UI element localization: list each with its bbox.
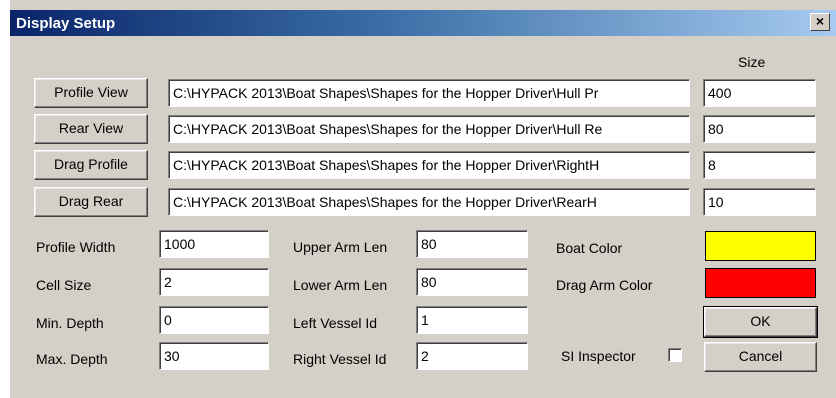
- left-vessel-id-label: Left Vessel Id: [293, 315, 378, 331]
- cancel-button[interactable]: Cancel: [704, 342, 817, 372]
- max-depth-field[interactable]: 30: [159, 342, 269, 370]
- rear-view-path-field[interactable]: C:\HYPACK 2013\Boat Shapes\Shapes for th…: [168, 115, 690, 143]
- display-setup-dialog: Display Setup × Size Profile View C:\HYP…: [0, 0, 836, 398]
- drag-rear-button[interactable]: Drag Rear: [34, 187, 148, 217]
- boat-color-swatch[interactable]: [705, 231, 816, 261]
- profile-view-button[interactable]: Profile View: [34, 78, 148, 108]
- rear-view-button[interactable]: Rear View: [34, 114, 148, 144]
- left-vessel-id-field[interactable]: 1: [416, 306, 528, 334]
- close-icon: ×: [815, 13, 825, 29]
- profile-width-field[interactable]: 1000: [159, 230, 269, 258]
- drag-rear-size-field[interactable]: 10: [703, 188, 816, 216]
- right-vessel-id-label: Right Vessel Id: [293, 351, 387, 367]
- drag-rear-path-field[interactable]: C:\HYPACK 2013\Boat Shapes\Shapes for th…: [168, 188, 690, 216]
- drag-arm-color-swatch[interactable]: [705, 268, 816, 298]
- min-depth-field[interactable]: 0: [159, 306, 269, 334]
- drag-profile-button[interactable]: Drag Profile: [34, 150, 148, 180]
- lower-arm-len-label: Lower Arm Len: [293, 277, 388, 293]
- max-depth-label: Max. Depth: [36, 351, 108, 367]
- cell-size-field[interactable]: 2: [159, 268, 269, 296]
- title-bar[interactable]: Display Setup ×: [10, 10, 836, 36]
- profile-width-label: Profile Width: [36, 239, 116, 255]
- size-header: Size: [738, 54, 766, 70]
- drag-profile-path-field[interactable]: C:\HYPACK 2013\Boat Shapes\Shapes for th…: [168, 151, 690, 179]
- upper-arm-len-label: Upper Arm Len: [293, 239, 388, 255]
- si-inspector-checkbox[interactable]: [668, 348, 682, 362]
- rear-view-size-field[interactable]: 80: [703, 115, 816, 143]
- boat-color-label: Boat Color: [556, 240, 623, 256]
- window-title: Display Setup: [16, 15, 116, 32]
- si-inspector-label: SI Inspector: [561, 348, 636, 364]
- profile-view-size-field[interactable]: 400: [703, 79, 816, 107]
- close-button[interactable]: ×: [810, 13, 830, 31]
- drag-profile-size-field[interactable]: 8: [703, 151, 816, 179]
- lower-arm-len-field[interactable]: 80: [416, 268, 528, 296]
- upper-arm-len-field[interactable]: 80: [416, 230, 528, 258]
- background-strip: [0, 0, 10, 398]
- profile-view-path-field[interactable]: C:\HYPACK 2013\Boat Shapes\Shapes for th…: [168, 79, 690, 107]
- right-vessel-id-field[interactable]: 2: [416, 342, 528, 370]
- ok-button[interactable]: OK: [703, 306, 818, 338]
- drag-arm-color-label: Drag Arm Color: [556, 277, 653, 293]
- cell-size-label: Cell Size: [36, 277, 92, 293]
- min-depth-label: Min. Depth: [36, 315, 104, 331]
